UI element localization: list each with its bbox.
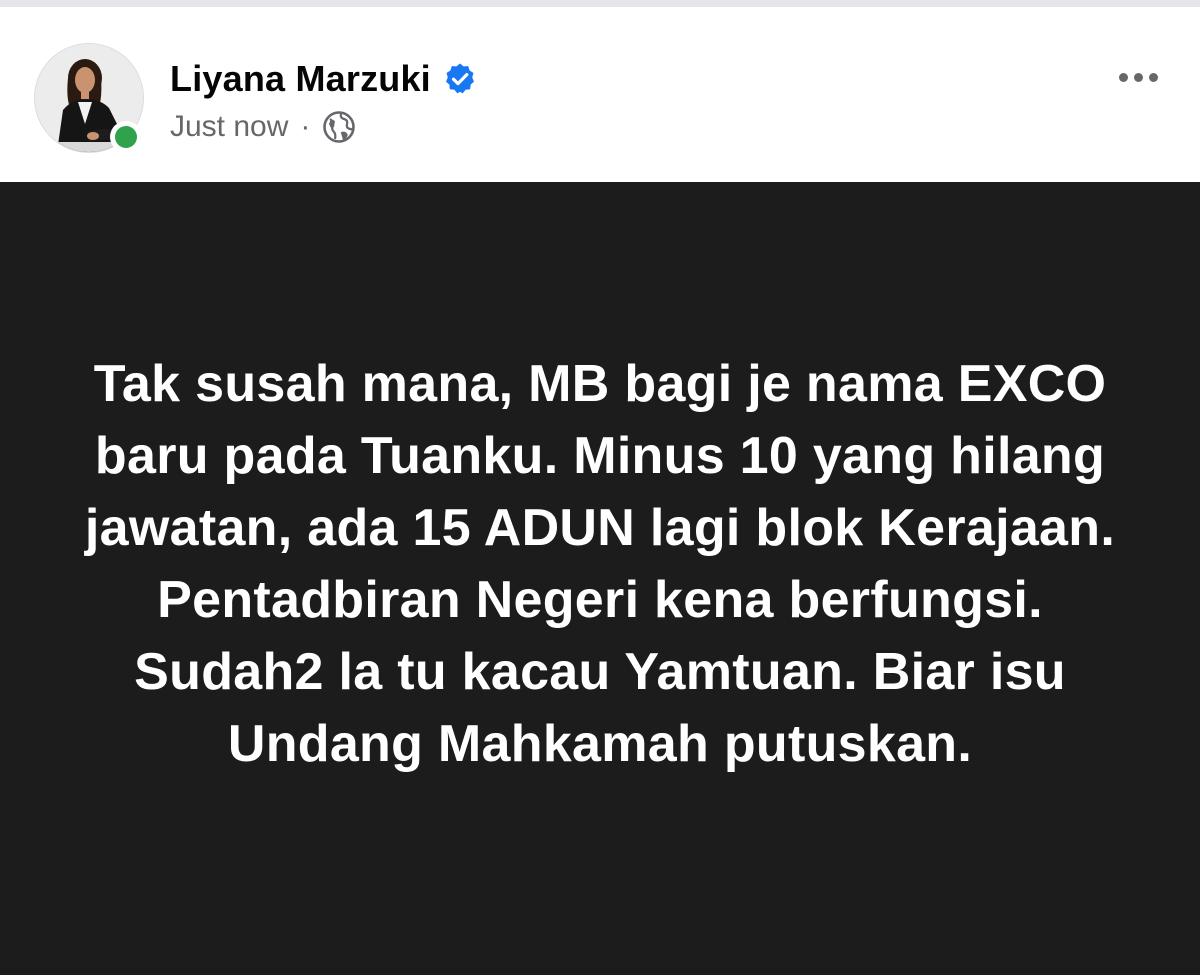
post-timestamp[interactable]: Just now (170, 110, 288, 144)
globe-icon[interactable] (322, 110, 356, 144)
author-row: Liyana Marzuki (170, 57, 477, 101)
more-options-icon-dot (1148, 72, 1158, 82)
post-content[interactable]: Tak susah mana, MB bagi je nama EXCO bar… (0, 182, 1200, 975)
post-meta: Just now · (170, 107, 356, 147)
online-dot-icon (115, 126, 137, 148)
top-divider (0, 0, 1200, 7)
online-status-indicator (110, 121, 142, 153)
meta-separator: · (300, 110, 311, 143)
avatar-container[interactable] (34, 43, 146, 155)
more-options-icon (1118, 72, 1128, 82)
verified-badge-icon (443, 62, 477, 96)
more-options-button[interactable] (1110, 55, 1166, 99)
more-options-icon-dot (1133, 72, 1143, 82)
author-name[interactable]: Liyana Marzuki (170, 58, 431, 100)
post-text: Tak susah mana, MB bagi je nama EXCO bar… (84, 355, 1116, 773)
facebook-post: Liyana Marzuki Just now · Tak susah mana… (0, 0, 1200, 975)
post-header: Liyana Marzuki Just now · (0, 7, 1200, 182)
